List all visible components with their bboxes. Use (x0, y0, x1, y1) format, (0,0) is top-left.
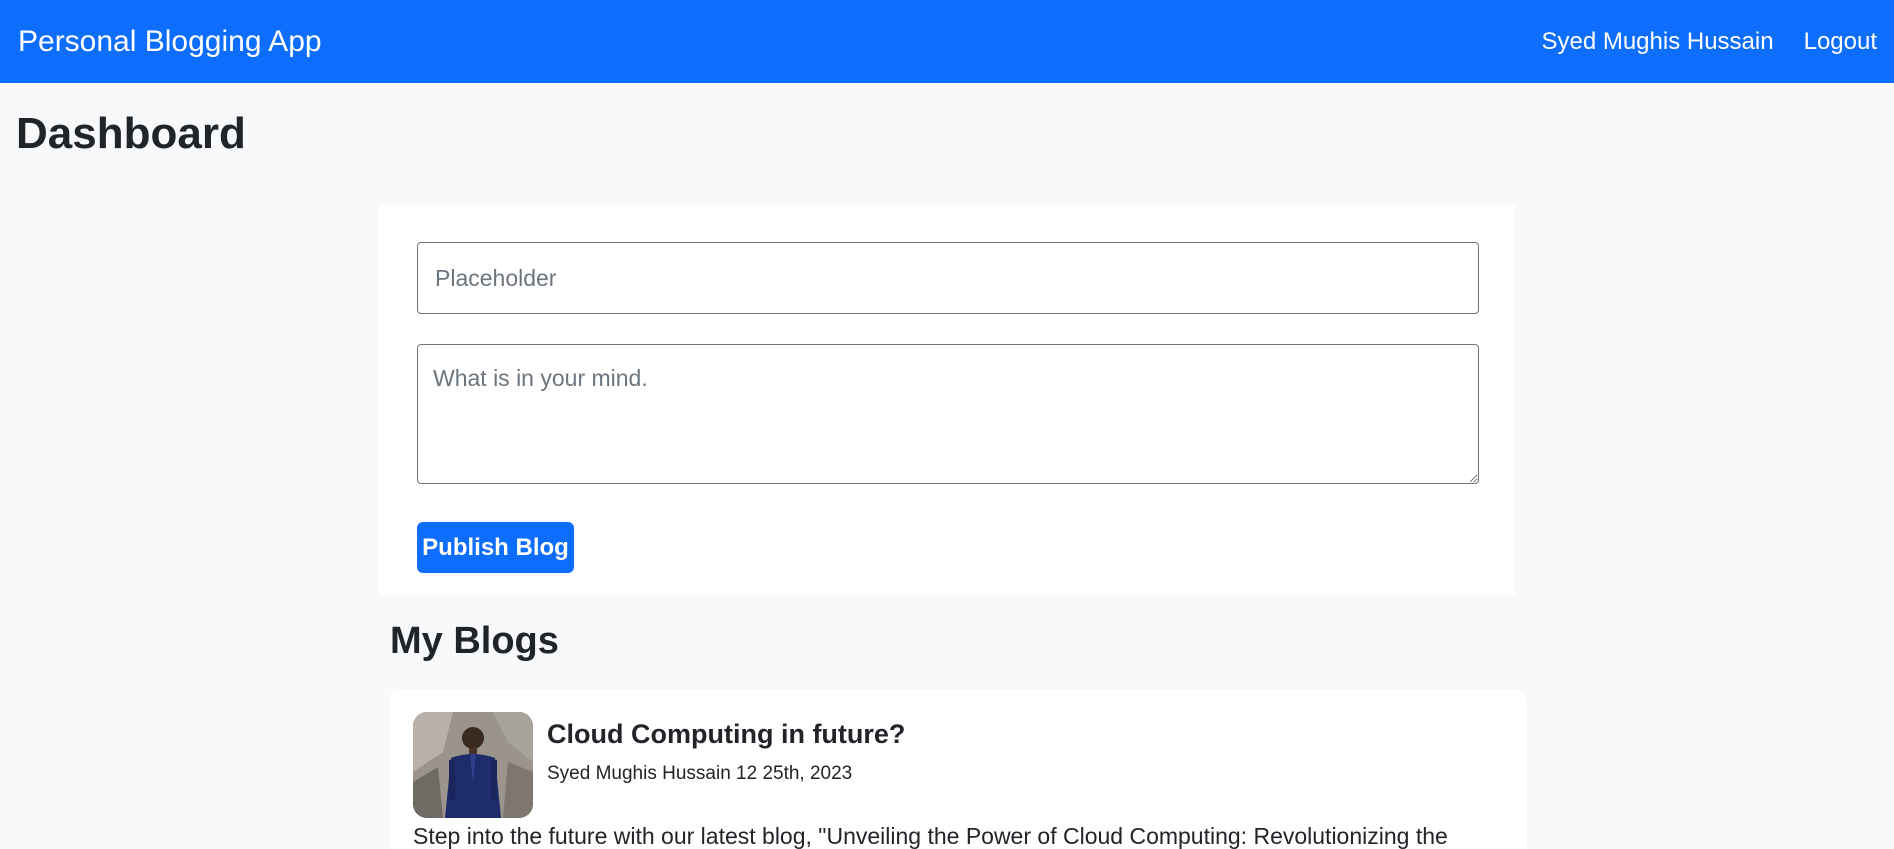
blog-post-card: Cloud Computing in future? Syed Mughis H… (389, 690, 1527, 849)
page-title: Dashboard (16, 109, 246, 158)
my-blogs-heading: My Blogs (390, 620, 559, 662)
logout-link[interactable]: Logout (1804, 26, 1877, 58)
blog-excerpt: Step into the future with our latest blo… (413, 823, 1448, 849)
user-nav: Syed Mughis Hussain Logout (1541, 26, 1877, 58)
blog-body-textarea[interactable] (417, 344, 1479, 484)
user-name-link[interactable]: Syed Mughis Hussain (1541, 26, 1773, 58)
new-blog-form: Publish Blog (379, 205, 1515, 595)
top-navbar: Personal Blogging App Syed Mughis Hussai… (0, 0, 1894, 83)
blog-title[interactable]: Cloud Computing in future? (547, 716, 905, 752)
blog-meta: Syed Mughis Hussain 12 25th, 2023 (547, 763, 853, 784)
author-photo-icon (413, 712, 533, 818)
author-avatar (413, 712, 533, 818)
brand-link[interactable]: Personal Blogging App (18, 24, 322, 60)
publish-blog-button[interactable]: Publish Blog (417, 522, 574, 573)
blog-title-input[interactable] (417, 242, 1479, 314)
